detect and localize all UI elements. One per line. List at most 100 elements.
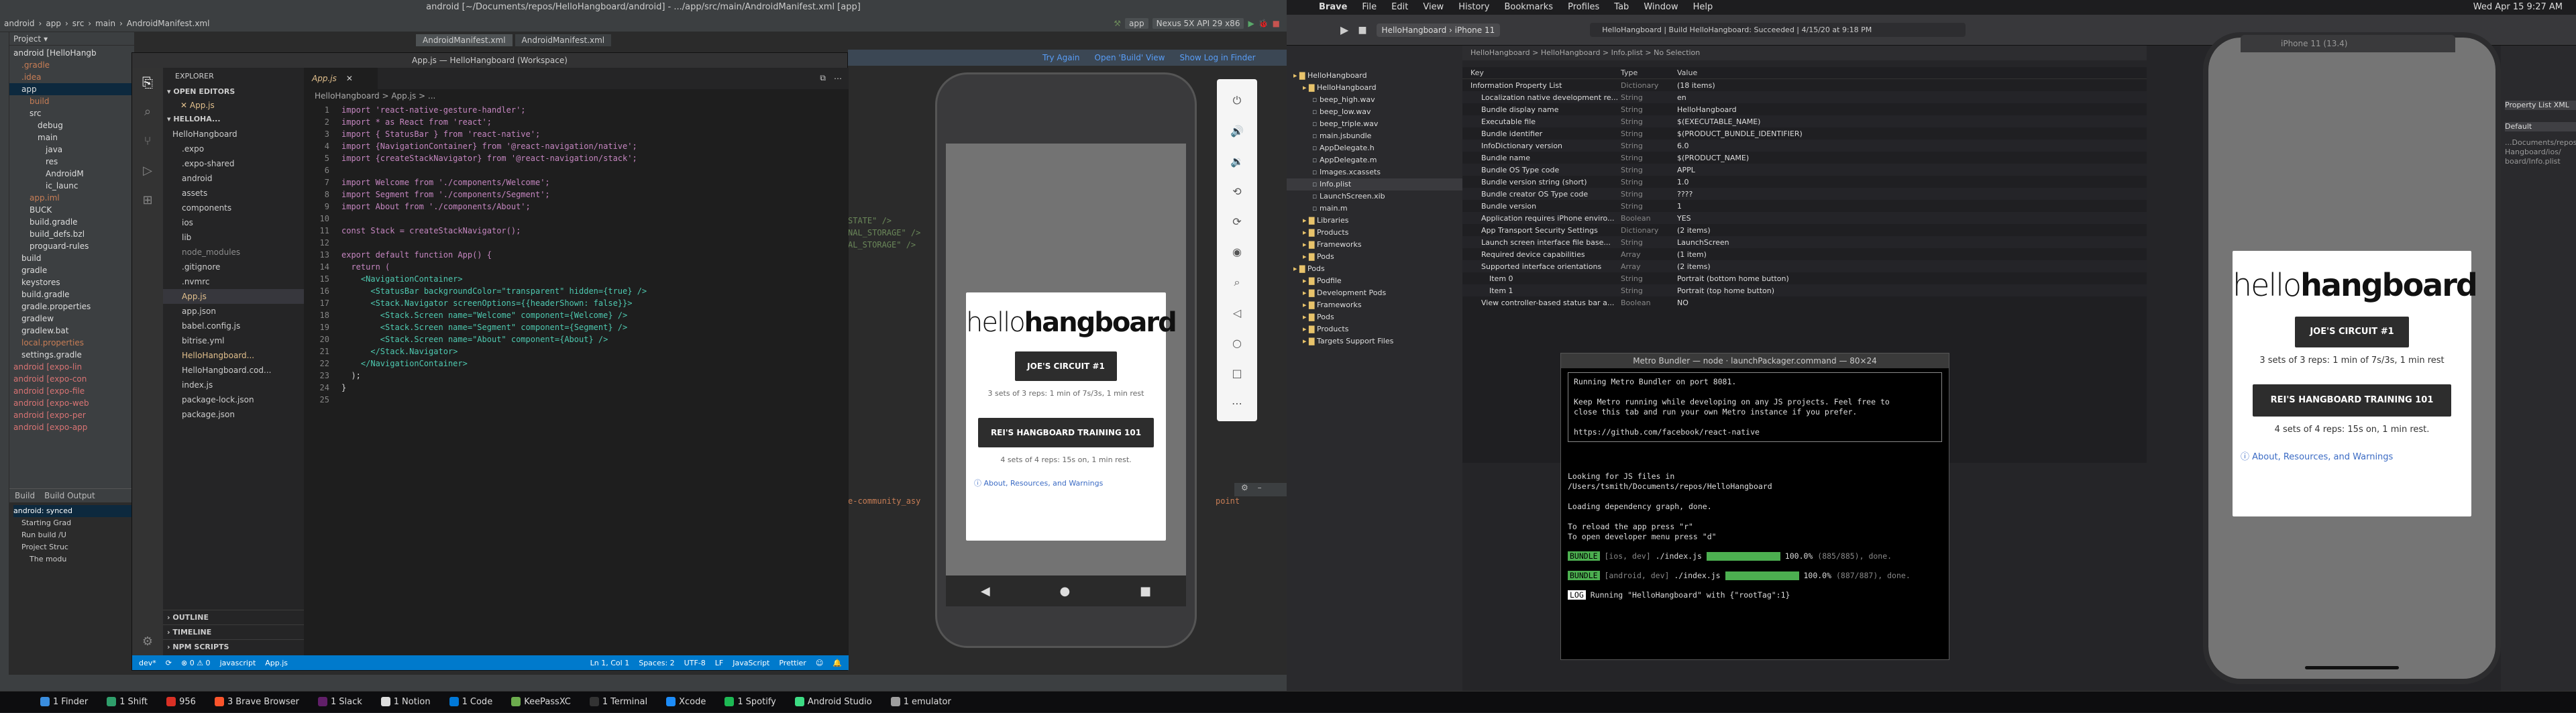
project-tree-item[interactable]: gradlew.bat bbox=[9, 325, 134, 337]
indent-setting[interactable]: Spaces: 2 bbox=[639, 659, 674, 667]
training-button[interactable]: REI'S HANGBOARD TRAINING 101 bbox=[978, 418, 1154, 447]
project-tree-item[interactable]: build bbox=[9, 252, 134, 264]
home-icon[interactable]: ○ bbox=[1217, 337, 1257, 349]
plist-row[interactable]: View controller-based status bar a... Boo… bbox=[1462, 296, 2147, 309]
run-icon[interactable]: ▶ bbox=[1340, 23, 1348, 36]
plist-row[interactable]: Application requires iPhone enviro... Boo… bbox=[1462, 212, 2147, 224]
navigator-item[interactable]: ▸ ▇ Pods bbox=[1287, 311, 1462, 323]
project-tree-item[interactable]: android [HelloHangb bbox=[9, 47, 134, 59]
taskbar-item[interactable]: 1 Slack bbox=[317, 692, 362, 713]
project-tree-item[interactable]: android [expo-file bbox=[9, 385, 134, 397]
navigator-item[interactable]: ▸ ▇ Targets Support Files bbox=[1287, 335, 1462, 347]
show-log-link[interactable]: Show Log in Finder bbox=[1179, 53, 1255, 62]
outline-section[interactable]: › OUTLINE bbox=[163, 610, 304, 624]
project-tree-item[interactable]: .idea bbox=[9, 71, 134, 83]
file-tree-item[interactable]: android bbox=[163, 171, 304, 186]
project-tree-item[interactable]: local.properties bbox=[9, 337, 134, 349]
file-tree-item[interactable]: ios bbox=[163, 215, 304, 230]
navigator-item[interactable]: ▸ ▇ Frameworks bbox=[1287, 239, 1462, 251]
debug-icon[interactable]: 🐞 bbox=[1258, 19, 1269, 28]
branch-indicator[interactable]: dev* bbox=[139, 659, 156, 667]
language-mode[interactable]: JavaScript bbox=[733, 659, 769, 667]
taskbar-item[interactable]: 1 Code bbox=[449, 692, 492, 713]
open-build-link[interactable]: Open 'Build' View bbox=[1095, 53, 1165, 62]
extensions-icon[interactable]: ⊞ bbox=[132, 186, 163, 215]
plist-row[interactable]: InfoDictionary version String 6.0 bbox=[1462, 140, 2147, 152]
plist-row[interactable]: Information Property List Dictionary (18 i… bbox=[1462, 79, 2147, 91]
npm-scripts-section[interactable]: › NPM SCRIPTS bbox=[163, 639, 304, 654]
menu-history[interactable]: History bbox=[1458, 0, 1489, 15]
breadcrumb-item[interactable]: AndroidManifest.xml bbox=[127, 19, 210, 28]
project-tree-item[interactable]: gradle.properties bbox=[9, 300, 134, 313]
file-tree-item[interactable]: node_modules bbox=[163, 245, 304, 260]
navigator-item[interactable]: ▸ ▇ Development Pods bbox=[1287, 287, 1462, 299]
more-actions-icon[interactable]: ⋯ bbox=[834, 74, 842, 83]
try-again-link[interactable]: Try Again bbox=[1042, 53, 1080, 62]
taskbar-item[interactable]: 956 bbox=[166, 692, 196, 713]
project-tree-item[interactable]: keystores bbox=[9, 276, 134, 288]
file-tree-item[interactable]: index.js bbox=[163, 378, 304, 392]
editor-tab-app-js[interactable]: App.js ✕ bbox=[304, 68, 378, 89]
cursor-position[interactable]: Ln 1, Col 1 bbox=[590, 659, 630, 667]
volume-down-icon[interactable]: 🔉 bbox=[1217, 155, 1257, 168]
editor-tab[interactable]: AndroidManifest.xml bbox=[416, 34, 513, 46]
project-tree-item[interactable]: gradle bbox=[9, 264, 134, 276]
project-tree-item[interactable]: android [expo-app bbox=[9, 421, 134, 433]
bell-icon[interactable]: 🔔 bbox=[833, 659, 842, 667]
location-select[interactable]: Default bbox=[2505, 122, 2576, 131]
project-tree-item[interactable]: AndroidM bbox=[9, 168, 134, 180]
navigator-item[interactable]: ▸ ▇ Pods bbox=[1287, 263, 1462, 275]
xcode-breadcrumb[interactable]: HelloHangboard > HelloHangboard > Info.p… bbox=[1462, 46, 2147, 60]
project-tree-item[interactable]: build bbox=[9, 95, 134, 107]
language-indicator[interactable]: javascript bbox=[220, 659, 256, 667]
plist-row[interactable]: Localization native development re... Str… bbox=[1462, 91, 2147, 103]
clock[interactable]: Wed Apr 15 9:27 AM bbox=[2473, 0, 2563, 15]
build-tree-item[interactable]: Starting Grad bbox=[13, 517, 134, 529]
rotate-right-icon[interactable]: ⟳ bbox=[1217, 215, 1257, 228]
project-tree-item[interactable]: android [expo-lin bbox=[9, 361, 134, 373]
plist-row[interactable]: Bundle name String $(PRODUCT_NAME) bbox=[1462, 152, 2147, 164]
zoom-icon[interactable]: ⌕ bbox=[1217, 276, 1257, 289]
project-tree-item[interactable]: android [expo-per bbox=[9, 409, 134, 421]
run-config-select[interactable]: app bbox=[1125, 17, 1148, 29]
feedback-icon[interactable]: ☺ bbox=[816, 659, 823, 667]
gear-icon[interactable]: ⚙ bbox=[1241, 483, 1248, 492]
file-tree-item[interactable]: package.json bbox=[163, 407, 304, 422]
project-tree-item[interactable]: android [expo-con bbox=[9, 373, 134, 385]
plist-row[interactable]: Supported interface orientations Array (2 … bbox=[1462, 260, 2147, 272]
plist-row[interactable]: App Transport Security Settings Dictionar… bbox=[1462, 224, 2147, 236]
menu-app-name[interactable]: Brave bbox=[1319, 0, 1347, 15]
project-tree-item[interactable]: app bbox=[9, 83, 134, 95]
taskbar-item[interactable]: KeePassXC bbox=[511, 692, 571, 713]
volume-up-icon[interactable]: 🔊 bbox=[1217, 125, 1257, 138]
menu-window[interactable]: Window bbox=[1644, 0, 1678, 15]
home-icon[interactable]: ● bbox=[1060, 584, 1071, 598]
back-icon[interactable]: ◀ bbox=[981, 584, 990, 598]
debug-icon[interactable]: ▷ bbox=[132, 156, 163, 186]
about-link[interactable]: ⓘ About, Resources, and Warnings bbox=[2241, 449, 2471, 462]
file-tree-item[interactable]: .gitignore bbox=[163, 260, 304, 274]
navigator-item[interactable]: ▫ beep_low.wav bbox=[1287, 106, 1462, 118]
navigator-item[interactable]: ▫ LaunchScreen.xib bbox=[1287, 190, 1462, 203]
plist-row[interactable]: Item 0 String Portrait (bottom home button… bbox=[1462, 272, 2147, 284]
plist-row[interactable]: Item 1 String Portrait (top home button) bbox=[1462, 284, 2147, 296]
file-tree-item[interactable]: HelloHangboard bbox=[163, 127, 304, 142]
taskbar-item[interactable]: 1 Spotify bbox=[724, 692, 776, 713]
menu-edit[interactable]: Edit bbox=[1391, 0, 1408, 15]
editor-breadcrumb[interactable]: HelloHangboard > App.js > ... bbox=[304, 89, 849, 103]
file-tree-item[interactable]: assets bbox=[163, 186, 304, 201]
project-tree-item[interactable]: android [expo-web bbox=[9, 397, 134, 409]
taskbar-item[interactable]: 1 Shift bbox=[107, 692, 148, 713]
project-tree-item[interactable]: debug bbox=[9, 119, 134, 131]
taskbar-item[interactable]: 1 emulator bbox=[890, 692, 951, 713]
camera-icon[interactable]: ◉ bbox=[1217, 245, 1257, 258]
navigator-item[interactable]: ▸ ▇ HelloHangboard bbox=[1287, 82, 1462, 94]
hammer-icon[interactable]: ⚒ bbox=[1114, 19, 1121, 28]
file-tree-item[interactable]: App.js bbox=[163, 289, 304, 304]
encoding-setting[interactable]: UTF-8 bbox=[684, 659, 706, 667]
breadcrumb-item[interactable]: app bbox=[46, 19, 61, 28]
eol-setting[interactable]: LF bbox=[715, 659, 723, 667]
search-icon[interactable]: ⌕ bbox=[132, 97, 163, 127]
code-editor[interactable]: HelloHangboard > App.js > ... 1 import 'r… bbox=[304, 89, 849, 655]
navigator-item[interactable]: ▫ AppDelegate.m bbox=[1287, 154, 1462, 166]
